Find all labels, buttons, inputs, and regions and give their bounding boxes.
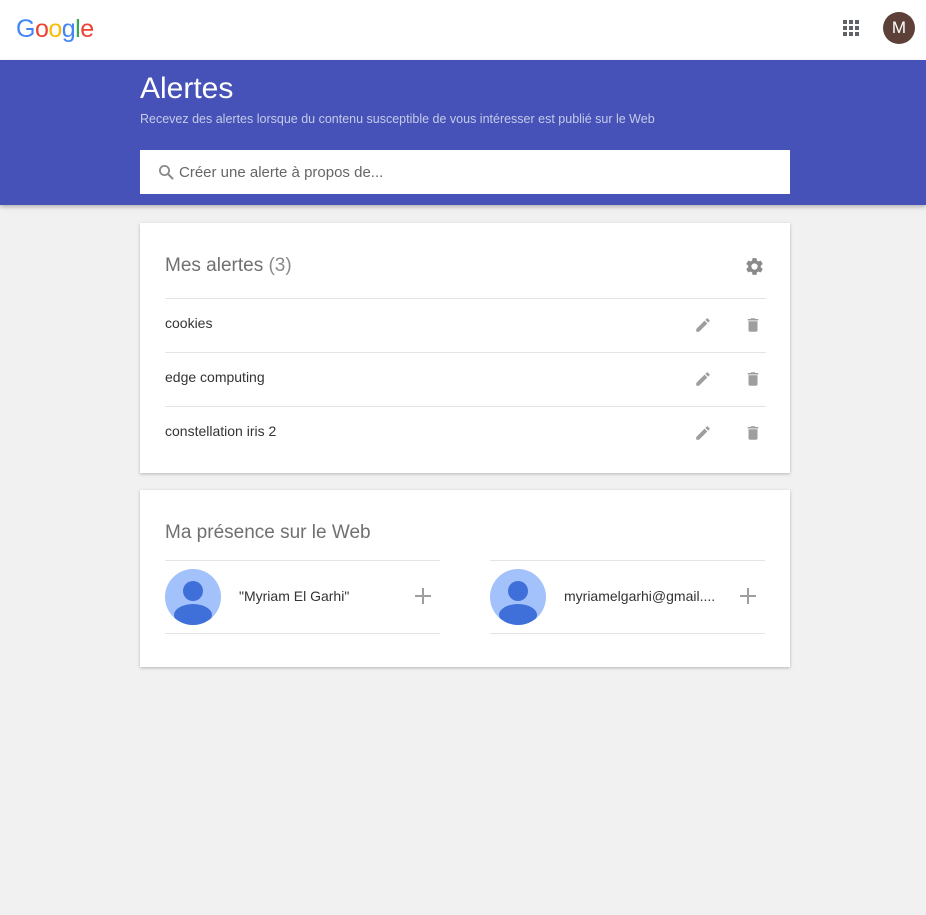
my-alerts-title-text: Mes alertes <box>165 255 264 276</box>
search-icon <box>159 165 174 180</box>
edit-pencil-icon[interactable] <box>694 316 712 334</box>
page-title: Alertes <box>140 72 234 105</box>
web-presence-name-label: "Myriam El Garhi" <box>239 588 350 604</box>
web-presence-card: Ma présence sur le Web "Myriam El Garhi"… <box>140 490 790 667</box>
my-alerts-title: Mes alertes (3) <box>165 255 292 277</box>
google-logo[interactable]: Google <box>16 14 94 44</box>
add-alert-plus-icon[interactable] <box>740 588 756 604</box>
alert-label[interactable]: edge computing <box>165 369 265 385</box>
alert-label[interactable]: constellation iris 2 <box>165 423 276 439</box>
logo-letter: g <box>61 15 76 43</box>
my-alerts-count: (3) <box>268 255 292 276</box>
hero-banner: Alertes Recevez des alertes lorsque du c… <box>0 60 926 205</box>
my-alerts-card: Mes alertes (3) cookies edge computing c… <box>140 223 790 473</box>
person-avatar-icon <box>165 569 221 625</box>
web-presence-email-item[interactable]: myriamelgarhi@gmail.... <box>490 560 765 634</box>
trash-icon[interactable] <box>744 424 762 442</box>
edit-pencil-icon[interactable] <box>694 370 712 388</box>
trash-icon[interactable] <box>744 316 762 334</box>
logo-letter: e <box>80 15 94 43</box>
gear-icon[interactable] <box>744 256 765 277</box>
logo-letter: o <box>34 15 49 43</box>
alert-row[interactable]: edge computing <box>165 352 766 406</box>
top-bar: Google M <box>0 0 926 60</box>
alert-row[interactable]: constellation iris 2 <box>165 406 766 460</box>
trash-icon[interactable] <box>744 370 762 388</box>
apps-grid-icon[interactable] <box>843 20 859 36</box>
page-subtitle: Recevez des alertes lorsque du contenu s… <box>140 112 655 126</box>
create-alert-input[interactable] <box>179 150 769 194</box>
account-avatar[interactable]: M <box>883 12 915 44</box>
alert-row[interactable]: cookies <box>165 298 766 352</box>
add-alert-plus-icon[interactable] <box>415 588 431 604</box>
web-presence-title: Ma présence sur le Web <box>165 522 371 543</box>
web-presence-email-label: myriamelgarhi@gmail.... <box>564 588 714 604</box>
alert-label[interactable]: cookies <box>165 315 212 331</box>
edit-pencil-icon[interactable] <box>694 424 712 442</box>
logo-letter: G <box>16 15 35 43</box>
web-presence-name-item[interactable]: "Myriam El Garhi" <box>165 560 440 634</box>
create-alert-search-box[interactable] <box>140 150 790 194</box>
person-avatar-icon <box>490 569 546 625</box>
alert-list: cookies edge computing constellation iri… <box>165 298 766 460</box>
logo-letter: o <box>48 15 62 43</box>
